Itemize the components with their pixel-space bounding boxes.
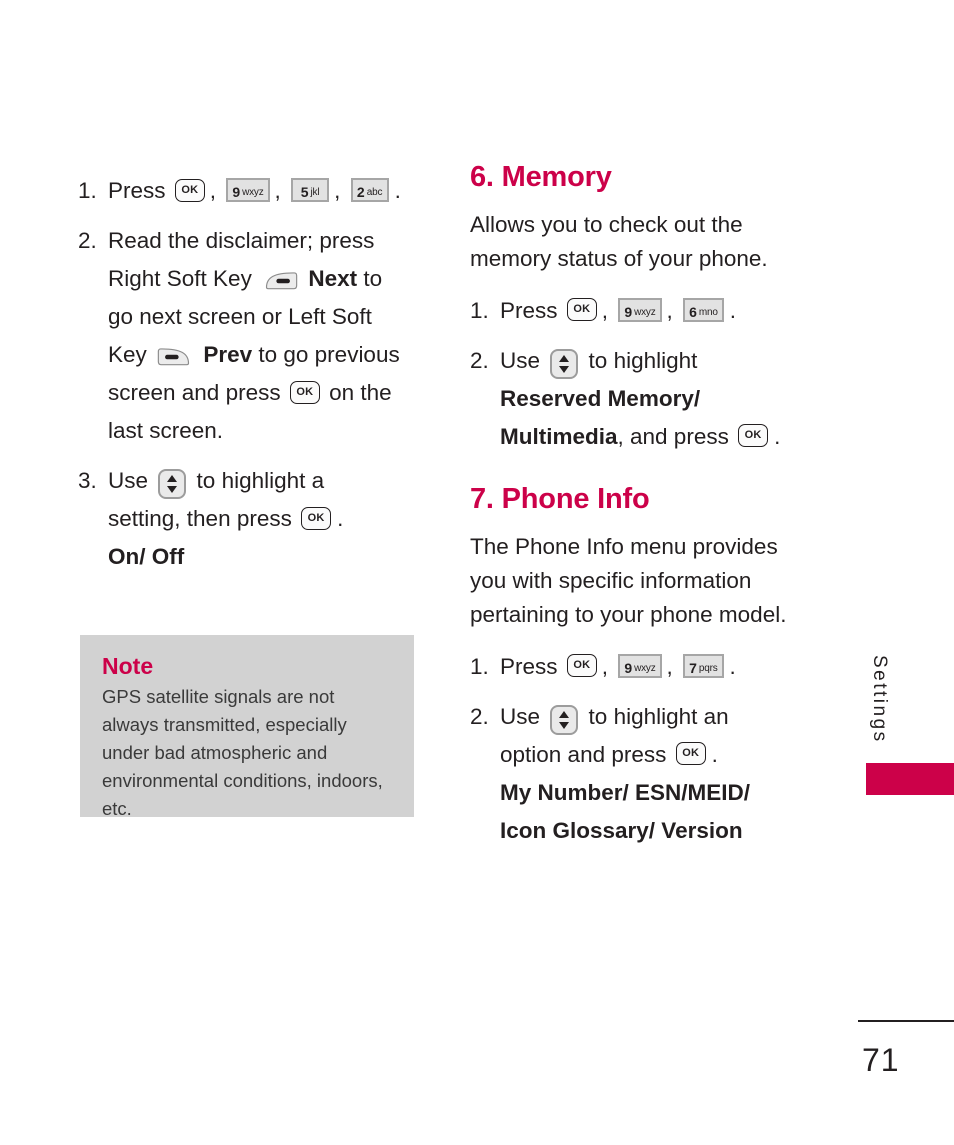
step-text-to-highlight: to highlight a (196, 468, 325, 493)
step-text-use: Use (500, 703, 541, 729)
memory-intro-text: Allows you to check out the memory statu… (470, 211, 768, 271)
comma-separator: , (666, 653, 673, 679)
left-step-1: 1. Press OK, 9 wxyz, 5 jkl, 2 abc. (78, 172, 418, 210)
triangle-up-icon (167, 475, 178, 483)
right-soft-key-icon (266, 272, 298, 290)
memory-steps-list: 1. Press OK, 9 wxyz, 6 mno. 2. Use to highli… (470, 292, 820, 456)
comma-separator: , (601, 653, 609, 679)
period-mark: . (337, 506, 344, 531)
triangle-down-icon (167, 486, 178, 494)
comma-separator: , (601, 297, 609, 323)
memory-step-1: 1. Press OK, 9 wxyz, 6 mno. (470, 292, 820, 330)
step-text-screen-and-press: screen and press (108, 380, 281, 405)
navigation-updown-key-icon (550, 348, 579, 379)
ok-key-icon: OK (174, 178, 205, 202)
step-number: 1. (78, 178, 97, 203)
phone-info-step-2: 2. Use to highlight an option and press O… (470, 698, 820, 850)
right-column: 6. Memory Allows you to check out the me… (470, 161, 820, 862)
step-number: 1. (470, 653, 489, 679)
setting-options-on-off: On/ Off (108, 544, 185, 569)
step-number: 2. (78, 228, 97, 253)
triangle-up-icon (559, 710, 570, 718)
step-number: 2. (470, 703, 489, 729)
step-text-to: to (363, 266, 383, 291)
step-text-setting-then-press: setting, then press (108, 506, 292, 531)
number-key-5-icon: 5 jkl (291, 178, 330, 203)
phone-info-steps-list: 1. Press OK, 9 wxyz, 7 pqrs. 2. Use to highl… (470, 648, 820, 850)
ok-key-icon: OK (566, 298, 597, 322)
step-text-use: Use (108, 468, 149, 493)
period-mark: . (711, 741, 718, 767)
navigation-updown-key-icon (550, 704, 579, 735)
number-key-9-icon: 9 wxyz (618, 297, 662, 322)
comma-separator: , (334, 178, 341, 203)
step-lead-text: Press (108, 178, 166, 203)
number-key-9-icon: 9 wxyz (618, 653, 662, 678)
section-heading-memory: 6. Memory (470, 161, 612, 193)
phone-info-options-line2: Icon Glossary/ Version (500, 817, 743, 843)
left-step-3: 3. Use to highlight a setting, then press… (78, 462, 418, 576)
note-body: GPS satellite signals are not always tra… (102, 686, 383, 819)
manual-page: 1. Press OK, 9 wxyz, 5 jkl, 2 abc. 2. Read th… (0, 0, 954, 1145)
ok-key-icon: OK (289, 380, 320, 404)
side-tab-color-bar (866, 763, 954, 795)
option-multimedia: Multimedia (500, 423, 618, 449)
ok-key-icon: OK (566, 654, 597, 678)
ok-key-icon: OK (738, 424, 769, 448)
left-steps-list: 1. Press OK, 9 wxyz, 5 jkl, 2 abc. 2. Read th… (78, 172, 418, 576)
triangle-down-icon (559, 721, 570, 729)
step-text-right-soft-key: Right Soft Key (108, 266, 252, 291)
prev-label: Prev (203, 342, 253, 367)
phone-info-options-line1: My Number/ ESN/MEID/ (500, 779, 751, 805)
step-text-to-highlight: to highlight (588, 347, 698, 373)
option-reserved-memory: Reserved Memory/ (500, 385, 701, 411)
step-text-last-screen: last screen. (108, 418, 224, 443)
triangle-down-icon (559, 365, 570, 373)
page-number: 71 (862, 1042, 900, 1078)
step-text-to-highlight-an: to highlight an (588, 703, 729, 729)
step-text-key: Key (108, 342, 147, 367)
section-heading-phone-info: 7. Phone Info (470, 482, 650, 515)
footer-divider (858, 1020, 954, 1022)
step-text-and-press: , and press (617, 423, 729, 449)
number-key-7-icon: 7 pqrs (683, 653, 724, 678)
step-number: 3. (78, 468, 97, 493)
left-column: 1. Press OK, 9 wxyz, 5 jkl, 2 abc. 2. Read th… (78, 172, 418, 588)
period-mark: . (729, 653, 736, 679)
step-text-line3: go next screen or Left Soft (108, 304, 372, 329)
left-soft-key-icon (157, 348, 190, 366)
next-label: Next (308, 266, 358, 291)
step-lead-text: Press (500, 297, 558, 323)
comma-separator: , (666, 297, 673, 323)
triangle-up-icon (559, 354, 570, 362)
step-text-use: Use (500, 347, 541, 373)
step-lead-text: Press (500, 653, 558, 679)
comma-separator: , (274, 178, 281, 203)
number-key-9-icon: 9 wxyz (226, 178, 270, 203)
step-text-to-go-previous: to go previous (258, 342, 400, 367)
number-key-6-icon: 6 mno (683, 297, 724, 322)
note-box: Note GPS satellite signals are not alway… (80, 635, 414, 819)
memory-step-2: 2. Use to highlight Reserved Memory/ Mult… (470, 342, 820, 456)
step-number: 1. (470, 297, 489, 323)
ok-key-icon: OK (301, 506, 332, 530)
step-text-on-the: on the (329, 380, 392, 405)
period-mark: . (774, 423, 781, 449)
number-key-2-icon: 2 abc (350, 178, 389, 203)
period-mark: . (729, 297, 736, 323)
step-text-line1: Read the disclaimer; press (108, 228, 375, 253)
left-step-2: 2. Read the disclaimer; press Right Soft … (78, 222, 418, 450)
phone-info-step-1: 1. Press OK, 9 wxyz, 7 pqrs. (470, 648, 820, 686)
side-tab-label-settings: Settings (869, 655, 890, 744)
step-text-option-and-press: option and press (500, 741, 667, 767)
step-number: 2. (470, 347, 489, 373)
navigation-updown-key-icon (158, 469, 187, 500)
ok-key-icon: OK (675, 742, 706, 766)
phone-info-intro-text: The Phone Info menu provides you with sp… (470, 533, 787, 627)
comma-separator: , (209, 178, 217, 203)
period-mark: . (394, 178, 401, 203)
note-title: Note (102, 653, 154, 679)
